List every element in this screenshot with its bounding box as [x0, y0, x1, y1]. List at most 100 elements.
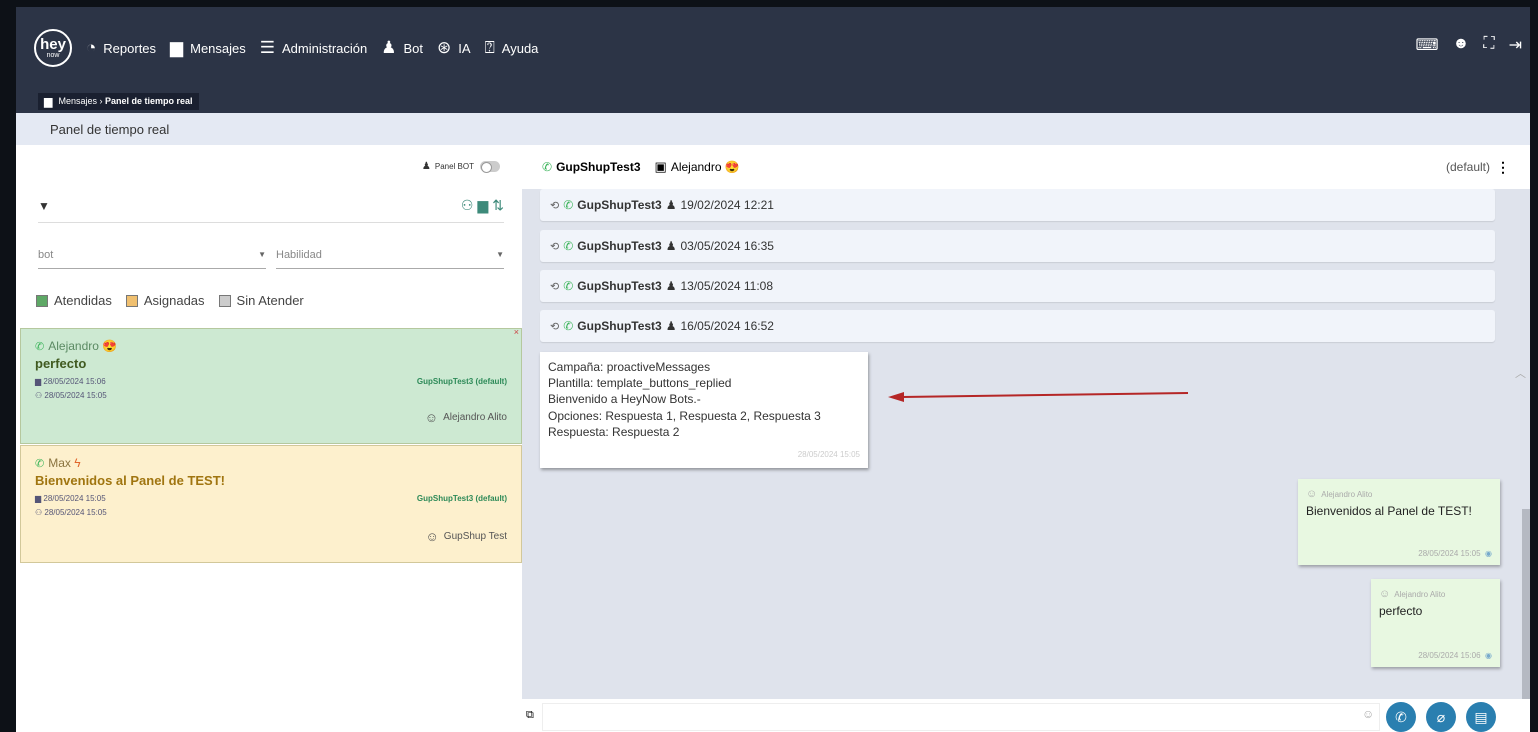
- whatsapp-icon: ✆: [35, 340, 45, 353]
- skill-select[interactable]: Habilidad ▼: [276, 241, 504, 269]
- chevron-down-icon: ▼: [258, 250, 266, 259]
- breadcrumb-parent[interactable]: Mensajes: [58, 96, 97, 106]
- seen-icon: ◉: [1482, 651, 1492, 660]
- legend-sin-atender[interactable]: Sin Atender: [218, 293, 304, 308]
- message-timestamp: 28/05/2024 15:05: [797, 450, 860, 460]
- ai-icon: ⊛: [437, 38, 452, 57]
- template-icon[interactable]: ⧉: [526, 709, 534, 722]
- assign-user-icon[interactable]: ⚇: [461, 197, 474, 214]
- app-window: hey now ◔ Reportes ▆ Mensajes ☰ Administ…: [16, 7, 1530, 732]
- bot-icon: ♟: [665, 198, 677, 212]
- logout-icon[interactable]: ⇥: [1509, 35, 1522, 55]
- agent-avatar-icon: ☺: [1306, 488, 1318, 500]
- chat-contact[interactable]: Alejandro: [671, 160, 722, 174]
- heynow-logo[interactable]: hey now: [34, 29, 72, 67]
- session-history-item[interactable]: ⟲ ✆ GupShupTest3 ♟ 19/02/2024 12:21: [540, 189, 1495, 221]
- session-history-item[interactable]: ⟲ ✆ GupShupTest3 ♟ 16/05/2024 16:52: [540, 310, 1495, 342]
- outgoing-message: ☺ Alejandro Alito perfecto 28/05/2024 15…: [1371, 579, 1500, 667]
- chat-channel: GupShupTest3: [556, 160, 641, 174]
- toggle-switch[interactable]: [480, 161, 500, 173]
- conversation-last-message: Bienvenidos al Panel de TEST!: [35, 473, 225, 488]
- keyboard-icon[interactable]: ⌨: [1415, 35, 1438, 55]
- lightning-icon: ϟ: [70, 456, 81, 470]
- whatsapp-icon: ✆: [542, 160, 553, 174]
- top-navigation: hey now ◔ Reportes ▆ Mensajes ☰ Administ…: [16, 7, 1530, 89]
- whatsapp-icon: ✆: [563, 319, 574, 333]
- campaign-message: Campaña: proactiveMessages Plantilla: te…: [540, 352, 868, 468]
- nav-bot[interactable]: ♟ Bot: [381, 38, 423, 58]
- attach-button[interactable]: ⌀: [1426, 702, 1456, 732]
- emoji-icon: 😍: [721, 160, 740, 174]
- nav-mensajes[interactable]: ▆ Mensajes: [170, 38, 246, 58]
- call-button[interactable]: ✆: [1386, 702, 1416, 732]
- agent-avatar-icon: ☺: [1379, 588, 1391, 600]
- bot-icon: ♟: [381, 38, 397, 57]
- quick-reply-button[interactable]: ▤: [1466, 702, 1496, 732]
- page-title: Panel de tiempo real: [50, 121, 170, 137]
- nav-ia[interactable]: ⊛ IA: [437, 38, 471, 58]
- fullscreen-icon[interactable]: ⛶: [1483, 35, 1494, 55]
- session-history-item[interactable]: ⟲ ✆ GupShupTest3 ♟ 13/05/2024 11:08: [540, 270, 1495, 302]
- page-title-bar: Panel de tiempo real: [16, 113, 1530, 145]
- bot-icon: ♟: [665, 279, 677, 293]
- chat-filter-icon[interactable]: ▆: [477, 197, 488, 214]
- more-options-icon[interactable]: ⋮: [1496, 159, 1510, 176]
- nav-administracion[interactable]: ☰ Administración: [260, 38, 368, 58]
- chat-header: ✆ GupShupTest3 ▣ Alejandro 😍 (default) ⋮: [522, 145, 1530, 189]
- messages-icon: ▆: [170, 38, 184, 57]
- status-legend: Atendidas Asignadas Sin Atender: [36, 293, 304, 308]
- contact-card-icon[interactable]: ▣: [655, 159, 667, 175]
- history-icon: ⟲: [550, 199, 560, 212]
- chevron-up-icon[interactable]: ︿: [1515, 365, 1526, 381]
- nav-reportes[interactable]: ◔ Reportes: [86, 38, 156, 58]
- bot-icon: ♟: [665, 239, 677, 253]
- bot-select[interactable]: bot ▼: [38, 241, 266, 269]
- seen-icon: ◉: [1482, 549, 1492, 558]
- conversation-last-message: perfecto: [35, 356, 87, 371]
- breadcrumb: ▆ Mensajes › Panel de tiempo real: [16, 89, 1530, 113]
- nav-ayuda[interactable]: ⍰ Ayuda: [485, 38, 539, 58]
- breadcrumb-current: Panel de tiempo real: [105, 96, 193, 106]
- legend-atendidas[interactable]: Atendidas: [36, 293, 112, 308]
- panel-bot-toggle[interactable]: ♟ Panel BOT: [421, 161, 500, 173]
- conversations-panel: ♟ Panel BOT ▼ ⚇ ▆ ⇅ bot ▼ Habilidad ▼ At…: [16, 145, 522, 732]
- filter-selects: bot ▼ Habilidad ▼: [38, 241, 504, 269]
- message-timestamp: 28/05/2024 15:05: [1418, 549, 1481, 558]
- outgoing-message: ☺ Alejandro Alito Bienvenidos al Panel d…: [1298, 479, 1500, 565]
- emoji-icon[interactable]: ☺: [1362, 707, 1374, 721]
- chat-scrollbar[interactable]: [1522, 509, 1530, 699]
- whatsapp-icon: ✆: [563, 279, 574, 293]
- whatsapp-icon: ✆: [563, 239, 574, 253]
- filter-icon[interactable]: ▼: [38, 199, 50, 213]
- close-icon[interactable]: ×: [514, 327, 519, 337]
- phone-icon: ✆: [1395, 708, 1407, 725]
- whatsapp-icon: ✆: [563, 198, 574, 212]
- conversation-item[interactable]: × ✆ Alejandro 😍 perfecto ▆ 28/05/2024 15…: [20, 327, 522, 444]
- legend-asignadas[interactable]: Asignadas: [125, 293, 205, 308]
- bot-icon: ♟: [665, 319, 677, 333]
- chat-default-label: (default): [1445, 160, 1490, 174]
- breadcrumb-separator: ›: [97, 96, 105, 106]
- sort-icon[interactable]: ⇅: [492, 197, 504, 214]
- help-icon: ⍰: [484, 38, 495, 57]
- whatsapp-icon: ✆: [35, 457, 45, 470]
- conversation-channel: GupShupTest3 (default): [416, 377, 507, 386]
- filter-row: ▼ ⚇ ▆ ⇅: [38, 189, 504, 223]
- admin-icon: ☰: [259, 38, 275, 57]
- conversation-item[interactable]: ✆ Max ϟ Bienvenidos al Panel de TEST! ▆ …: [20, 445, 522, 563]
- user-icon: ⚇: [35, 508, 45, 517]
- user-icon: ⚇: [35, 391, 45, 400]
- chat-panel: ✆ GupShupTest3 ▣ Alejandro 😍 (default) ⋮…: [522, 145, 1530, 732]
- chat-bubble-icon: ▤: [1474, 708, 1488, 725]
- user-status-icon[interactable]: ☻: [1453, 35, 1470, 55]
- agent-avatar-icon: ☺: [424, 410, 439, 425]
- session-history-item[interactable]: ⟲ ✆ GupShupTest3 ♟ 03/05/2024 16:35: [540, 230, 1495, 262]
- chevron-down-icon: ▼: [496, 250, 504, 259]
- conversation-channel: GupShupTest3 (default): [416, 494, 507, 503]
- history-icon: ⟲: [550, 320, 560, 333]
- annotation-arrow: [888, 392, 1188, 402]
- message-input[interactable]: [542, 703, 1380, 731]
- agent-avatar-icon: ☺: [425, 529, 439, 544]
- bot-icon: ♟: [421, 161, 431, 172]
- emoji-icon: 😍: [98, 339, 118, 353]
